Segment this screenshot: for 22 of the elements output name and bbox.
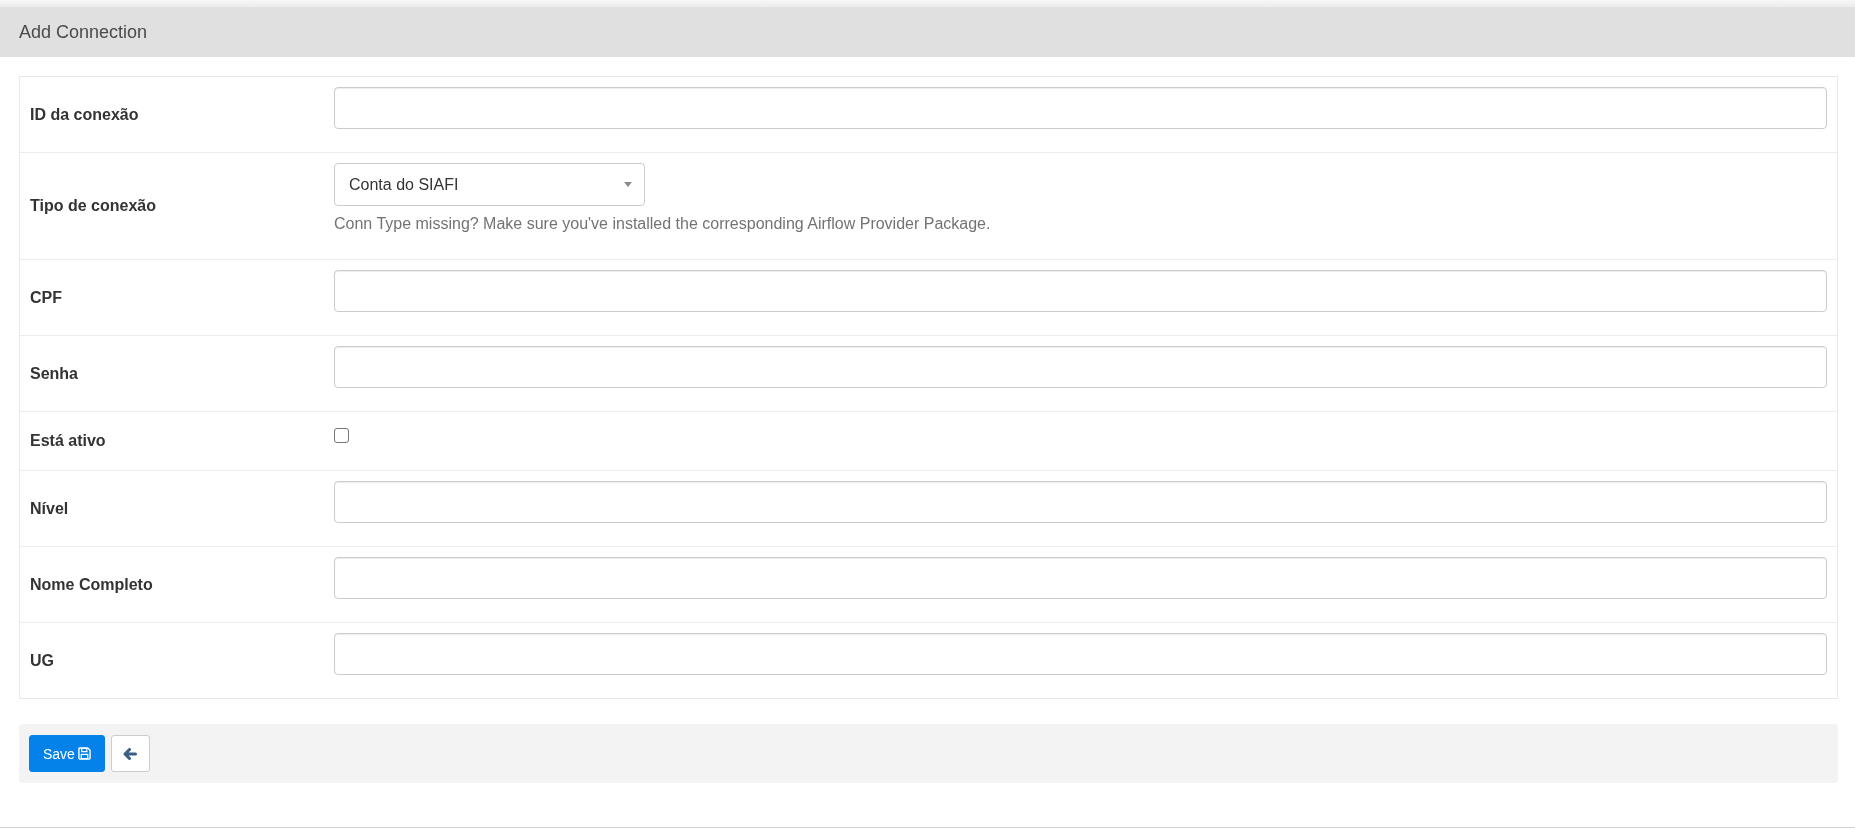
input-field[interactable]: [334, 270, 1827, 312]
help-text: Conn Type missing? Make sure you've installed the corresponding Airflow Provider Package.: [334, 214, 991, 234]
field-label: Nome Completo: [30, 575, 153, 594]
panel-title: Add Connection: [19, 21, 148, 43]
checkbox[interactable]: [334, 428, 349, 443]
field-label: CPF: [30, 288, 62, 307]
field-label: ID da conexão: [30, 105, 139, 124]
select-field[interactable]: Conta do SIAFI: [334, 163, 645, 206]
input-field[interactable]: [334, 481, 1827, 523]
input-field[interactable]: [334, 557, 1827, 599]
field-label: Está ativo: [30, 432, 106, 450]
arrow-left-icon: [123, 747, 138, 760]
field-label: Senha: [30, 364, 78, 383]
back-button[interactable]: [110, 735, 150, 772]
save-button[interactable]: Save: [29, 735, 105, 772]
field-label: Tipo de conexão: [30, 197, 156, 215]
input-field[interactable]: [334, 633, 1827, 675]
field-label: Nível: [30, 499, 69, 518]
caret-icon: [624, 182, 632, 187]
input-field[interactable]: [334, 346, 1827, 388]
field-label: UG: [30, 651, 54, 670]
input-field[interactable]: [334, 87, 1827, 129]
